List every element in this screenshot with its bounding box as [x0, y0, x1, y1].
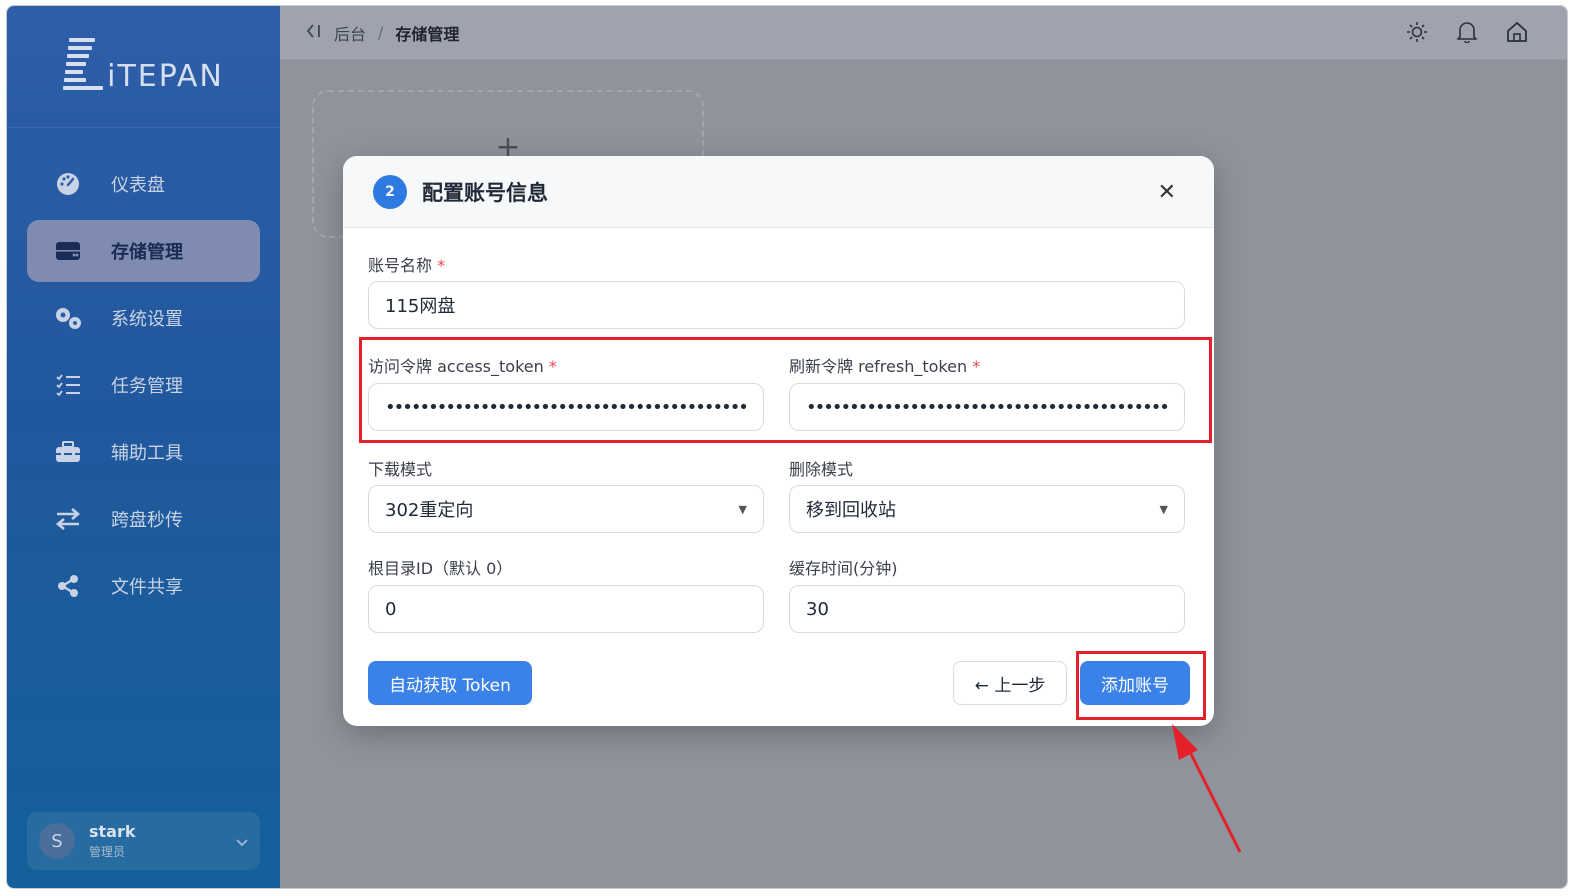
annotation-arrow-icon — [1172, 724, 1242, 853]
